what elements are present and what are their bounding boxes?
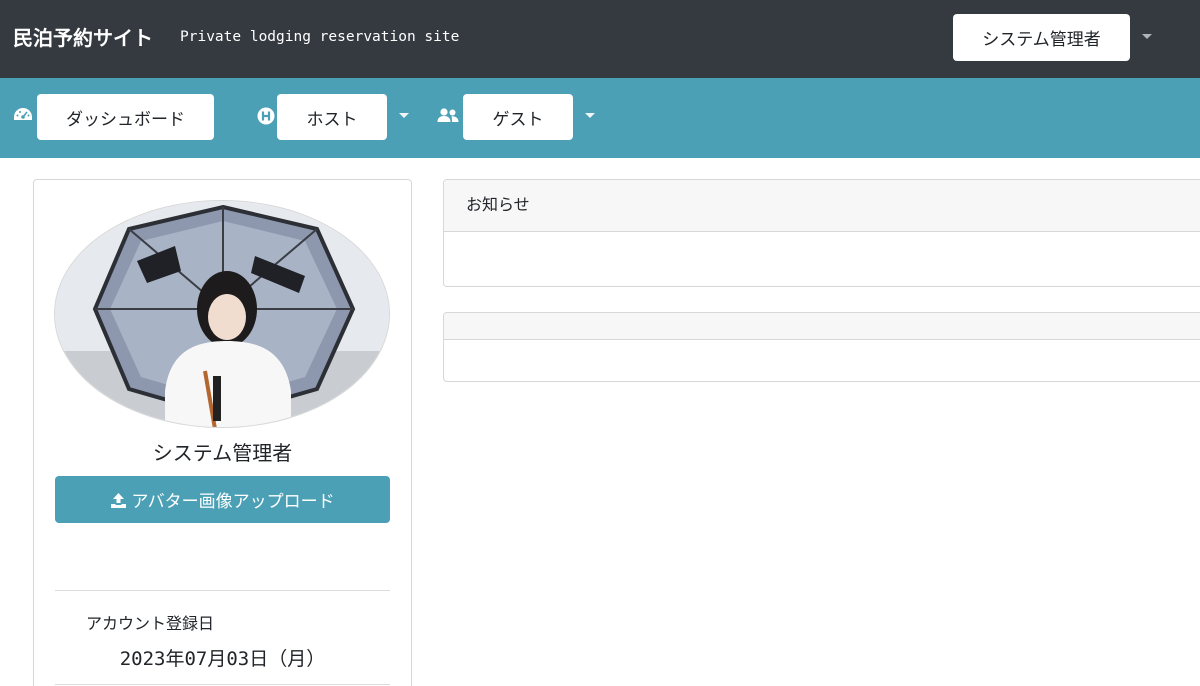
secondary-panel xyxy=(443,312,1200,382)
notice-panel-title: お知らせ xyxy=(444,180,1200,232)
nav-dashboard-button[interactable]: ダッシュボード xyxy=(37,94,214,140)
site-brand[interactable]: 民泊予約サイト xyxy=(13,22,153,51)
guest-dropdown-caret-icon[interactable] xyxy=(585,113,595,118)
nav-host-button[interactable]: ホスト xyxy=(277,94,387,140)
dashboard-icon xyxy=(14,108,32,120)
profile-divider xyxy=(55,590,390,591)
profile-divider-bottom xyxy=(55,684,390,685)
secondary-panel-title xyxy=(444,313,1200,340)
registration-date: 2023年07月03日（月） xyxy=(119,648,326,670)
profile-name: システム管理者 xyxy=(152,441,293,465)
upload-icon xyxy=(111,492,127,508)
registration-label: アカウント登録日 xyxy=(86,614,215,633)
host-h-icon xyxy=(257,107,275,125)
site-tagline: Private lodging reservation site xyxy=(180,29,460,45)
upload-button-label: アバター画像アップロード xyxy=(131,492,335,512)
nav-guest-button[interactable]: ゲスト xyxy=(463,94,573,140)
user-menu-caret-icon[interactable] xyxy=(1142,34,1152,39)
top-header: 民泊予約サイト Private lodging reservation site… xyxy=(0,0,1200,78)
host-dropdown-caret-icon[interactable] xyxy=(399,113,409,118)
avatar-upload-button[interactable]: アバター画像アップロード xyxy=(55,476,390,523)
avatar-illustration xyxy=(55,201,389,427)
avatar xyxy=(54,200,390,428)
notice-panel: お知らせ xyxy=(443,179,1200,287)
users-icon xyxy=(437,108,459,122)
user-menu-button[interactable]: システム管理者 xyxy=(953,14,1130,61)
